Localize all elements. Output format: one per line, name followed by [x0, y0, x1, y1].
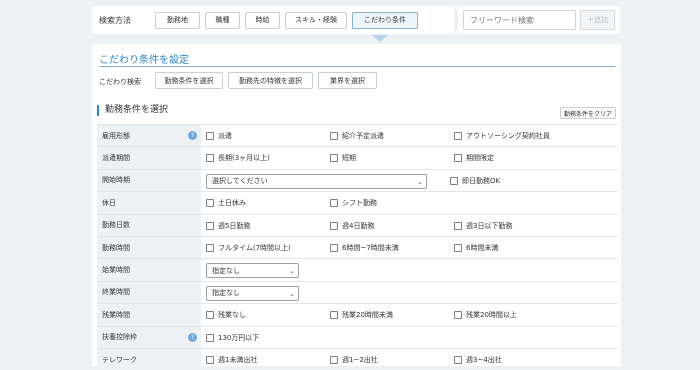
table-row: 扶養控除枠 ? 130万円以下	[97, 325, 617, 348]
checkbox-option[interactable]: シフト勤務	[330, 198, 377, 208]
checkbox-option[interactable]: 残業20時間未満	[330, 310, 393, 320]
checkbox-option[interactable]: フルタイム(7時間以上)	[206, 243, 291, 253]
help-circle-icon[interactable]: ?	[188, 332, 197, 342]
checkbox-option[interactable]: 130万円以下	[206, 333, 259, 343]
tab-location[interactable]: 勤務地	[155, 11, 200, 29]
tab-skills-experience[interactable]: スキル・経験	[285, 11, 347, 29]
conditions-table: 雇用形態 ? 派遣 紹介予定派遣 アウトソーシング契約社員 派遣期間 長期(3ヶ…	[97, 124, 617, 370]
select-work-conditions-button[interactable]: 勤務条件を選択	[155, 72, 223, 89]
special-search-label: こだわり検索	[99, 78, 141, 86]
panel-title: こだわり条件を設定	[99, 55, 189, 66]
panel-divider	[99, 66, 615, 67]
checkbox-option[interactable]: 長期(3ヶ月以上)	[206, 153, 270, 163]
row-label: 終業時間	[97, 281, 201, 304]
checkbox-option[interactable]: 紹介予定派遣	[330, 131, 384, 141]
search-method-bar: 検索方法 勤務地 職種 時給 スキル・経験 こだわり条件	[92, 6, 454, 34]
row-label: 勤務日数	[97, 214, 201, 236]
freeword-search-box: ＋追加	[458, 6, 620, 34]
row-label: 始業時間	[97, 259, 201, 281]
table-row: 始業時間 指定なし ⌄	[97, 258, 617, 281]
checkbox-option[interactable]: 週3日以下勤務	[454, 221, 512, 231]
freeword-search-input[interactable]	[463, 10, 576, 30]
row-label: 派遣期間	[97, 147, 201, 169]
checkbox-option[interactable]: 週1~2出社	[330, 355, 378, 365]
select-workplace-features-button[interactable]: 勤務先の特徴を選択	[228, 72, 313, 89]
caret-down-icon	[372, 35, 388, 42]
help-circle-icon[interactable]: ?	[188, 131, 197, 141]
section-title: 勤務条件を選択	[97, 105, 168, 116]
table-row: 休日 土日休み シフト勤務	[97, 191, 617, 214]
conditions-panel: こだわり条件を設定 こだわり検索 勤務条件を選択 勤務先の特徴を選択 業界を選択…	[92, 44, 621, 370]
checkbox-option[interactable]: 即日勤務OK	[450, 176, 500, 186]
tab-hourly-wage[interactable]: 時給	[245, 11, 280, 29]
row-label: 勤務時間	[97, 236, 201, 259]
checkbox-option[interactable]: 期間限定	[454, 153, 494, 163]
checkbox-option[interactable]: 6時間未満	[454, 243, 498, 253]
checkbox-option[interactable]: 週5日勤務	[206, 221, 250, 231]
table-row: 派遣期間 長期(3ヶ月以上) 短期 期間限定	[97, 146, 617, 169]
tab-special-conditions[interactable]: こだわり条件	[352, 11, 418, 29]
row-label: 雇用形態 ?	[97, 125, 201, 147]
checkbox-option[interactable]: 6時間~7時間未満	[330, 243, 399, 253]
checkbox-option[interactable]: 週3~4出社	[454, 355, 502, 365]
checkbox-option[interactable]: 派遣	[206, 131, 232, 141]
checkbox-option[interactable]: 週4日勤務	[330, 221, 374, 231]
search-method-label: 検索方法	[99, 15, 131, 25]
chevron-down-icon: ⌄	[417, 177, 423, 186]
table-row: テレワーク 週1未満出社 週1~2出社 週3~4出社	[97, 347, 617, 370]
table-row: 開始時期 選択してください ⌄ 即日勤務OK	[97, 168, 617, 192]
start-time-select[interactable]: 指定なし ⌄	[206, 263, 299, 279]
row-label: 扶養控除枠 ?	[97, 326, 201, 348]
select-industry-button[interactable]: 業界を選択	[318, 72, 377, 89]
checkbox-option[interactable]: 土日休み	[206, 198, 246, 208]
tab-job-type[interactable]: 職種	[205, 11, 240, 29]
start-period-select[interactable]: 選択してください ⌄	[206, 173, 427, 189]
add-button[interactable]: ＋追加	[580, 10, 615, 30]
end-time-select[interactable]: 指定なし ⌄	[206, 285, 299, 301]
row-label: 休日	[97, 192, 201, 214]
clear-conditions-button[interactable]: 勤務条件をクリア	[560, 107, 616, 119]
checkbox-option[interactable]: 残業20時間以上	[454, 310, 517, 320]
table-row: 勤務時間 フルタイム(7時間以上) 6時間~7時間未満 6時間未満	[97, 235, 617, 259]
chevron-down-icon: ⌄	[289, 289, 295, 298]
row-label: 残業時間	[97, 304, 201, 326]
checkbox-option[interactable]: 短期	[330, 153, 356, 163]
checkbox-option[interactable]: 週1未満出社	[206, 355, 257, 365]
checkbox-option[interactable]: 残業なし	[206, 310, 246, 320]
table-row: 勤務日数 週5日勤務 週4日勤務 週3日以下勤務	[97, 213, 617, 236]
table-row: 終業時間 指定なし ⌄	[97, 280, 617, 304]
row-label: 開始時期	[97, 169, 201, 192]
chevron-down-icon: ⌄	[289, 267, 295, 276]
table-row: 雇用形態 ? 派遣 紹介予定派遣 アウトソーシング契約社員	[97, 124, 617, 147]
checkbox-option[interactable]: アウトソーシング契約社員	[454, 131, 550, 141]
row-label: テレワーク	[97, 348, 201, 370]
table-row: 残業時間 残業なし 残業20時間未満 残業20時間以上	[97, 303, 617, 326]
